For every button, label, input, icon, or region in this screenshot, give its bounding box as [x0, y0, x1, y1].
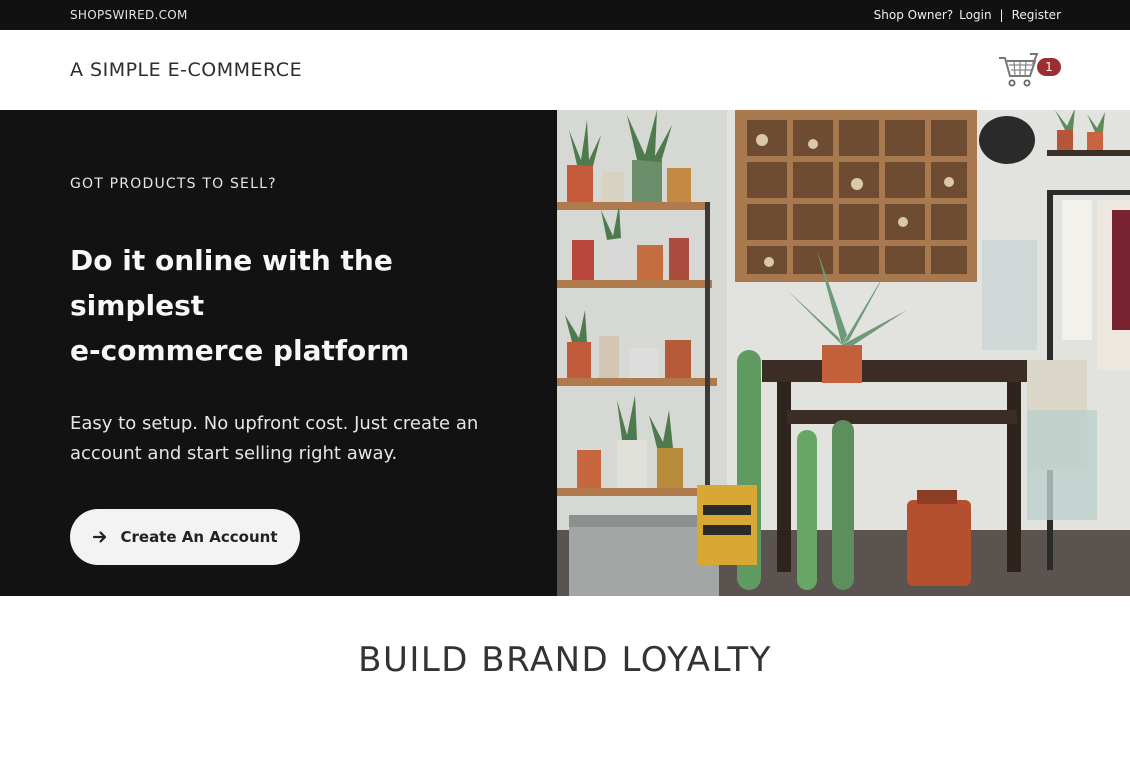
- create-account-label: Create An Account: [120, 528, 278, 546]
- hero-shop-image: [557, 110, 1130, 596]
- hero-lead-line-2: account and start selling right away.: [70, 443, 398, 464]
- shop-owner-label: Shop Owner?: [873, 8, 954, 22]
- hero-headline: Do it online with the simplest e-commerc…: [70, 238, 497, 373]
- shop-interior-illustration: [557, 110, 1130, 596]
- create-account-button[interactable]: Create An Account: [70, 509, 300, 565]
- site-domain[interactable]: SHOPSWIRED.COM: [70, 8, 188, 22]
- section-title: BUILD BRAND LOYALTY: [358, 640, 772, 680]
- account-links: Shop Owner? Login | Register: [874, 8, 1061, 22]
- register-link[interactable]: Register: [1012, 8, 1061, 22]
- hero-headline-line-2: e-commerce platform: [70, 334, 410, 367]
- hero-section: GOT PRODUCTS TO SELL? Do it online with …: [0, 110, 1130, 596]
- shopping-cart-icon: [999, 53, 1039, 87]
- hero-lead-line-1: Easy to setup. No upfront cost. Just cre…: [70, 413, 479, 434]
- site-title[interactable]: A SIMPLE E-COMMERCE: [70, 59, 302, 81]
- cart-button[interactable]: 1: [997, 50, 1061, 90]
- hero-text-panel: GOT PRODUCTS TO SELL? Do it online with …: [0, 110, 557, 596]
- top-bar: SHOPSWIRED.COM Shop Owner? Login | Regis…: [0, 0, 1130, 30]
- cart-count-badge: 1: [1037, 58, 1061, 76]
- hero-eyebrow: GOT PRODUCTS TO SELL?: [70, 176, 277, 192]
- arrow-right-icon: [93, 531, 107, 543]
- site-header: A SIMPLE E-COMMERCE 1: [0, 30, 1130, 110]
- hero-lead: Easy to setup. No upfront cost. Just cre…: [70, 409, 497, 469]
- link-separator: |: [999, 8, 1004, 22]
- hero-headline-line-1: Do it online with the simplest: [70, 244, 393, 322]
- login-link[interactable]: Login: [959, 8, 991, 22]
